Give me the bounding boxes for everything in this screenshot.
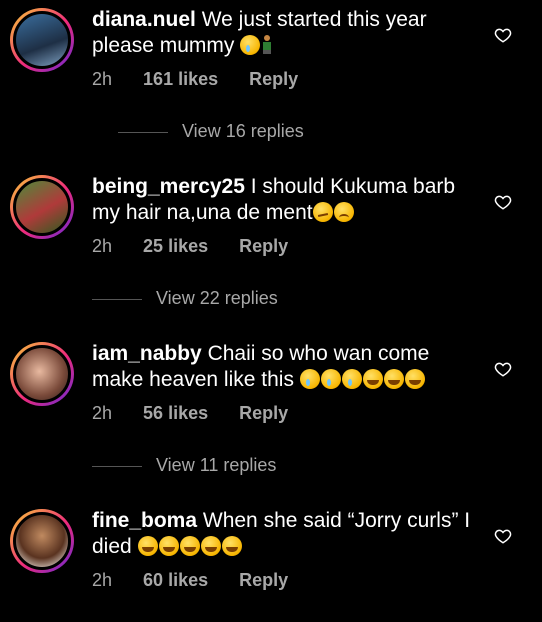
laughing-tears-emoji-icon xyxy=(221,536,242,556)
comment-username[interactable]: diana.nuel xyxy=(92,8,196,31)
reply-button[interactable]: Reply xyxy=(239,403,288,423)
heart-icon[interactable] xyxy=(494,527,512,545)
comment-time: 2h xyxy=(92,236,113,256)
heart-icon[interactable] xyxy=(494,360,512,378)
divider xyxy=(118,131,168,133)
avatar[interactable] xyxy=(10,342,74,406)
likes-count[interactable]: 60 likes xyxy=(143,570,208,590)
laughing-tears-emoji-icon xyxy=(158,536,179,556)
comment-text: being_mercy25 I should Kukuma barb my ha… xyxy=(92,174,472,226)
avatar[interactable] xyxy=(10,509,74,573)
divider xyxy=(92,465,142,467)
laughing-tears-emoji-icon xyxy=(179,536,200,556)
comment-meta: 2h 56 likes Reply xyxy=(92,403,314,424)
comment-username[interactable]: fine_boma xyxy=(92,509,197,532)
comment-meta: 2h 161 likes Reply xyxy=(92,69,324,90)
heart-icon[interactable] xyxy=(494,26,512,44)
view-replies-label: View 22 replies xyxy=(156,288,278,308)
laughing-tears-emoji-icon xyxy=(404,369,425,389)
crying-face-emoji-icon xyxy=(320,369,341,389)
comment-text: fine_boma When she said “Jorry curls” I … xyxy=(92,508,472,560)
laughing-tears-emoji-icon xyxy=(383,369,404,389)
comment-meta: 2h 60 likes Reply xyxy=(92,570,314,591)
comment-time: 2h xyxy=(92,69,113,89)
avatar[interactable] xyxy=(10,175,74,239)
crying-face-emoji-icon xyxy=(299,369,320,389)
comment-text: iam_nabby Chaii so who wan come make hea… xyxy=(92,341,472,393)
person-kneeling-emoji-icon xyxy=(261,35,273,55)
view-replies-link[interactable]: View 22 replies xyxy=(92,288,278,309)
laughing-tears-emoji-icon xyxy=(137,536,158,556)
sad-face-emoji-icon xyxy=(240,35,261,55)
comment-time: 2h xyxy=(92,403,113,423)
comment-meta: 2h 25 likes Reply xyxy=(92,236,314,257)
comment-username[interactable]: being_mercy25 xyxy=(92,175,245,198)
view-replies-link[interactable]: View 11 replies xyxy=(92,455,276,476)
likes-count[interactable]: 25 likes xyxy=(143,236,208,256)
frowning-face-emoji-icon xyxy=(333,202,354,222)
avatar[interactable] xyxy=(10,8,74,72)
smirking-face-emoji-icon xyxy=(312,202,333,222)
heart-icon[interactable] xyxy=(494,193,512,211)
reply-button[interactable]: Reply xyxy=(239,236,288,256)
crying-face-emoji-icon xyxy=(341,369,362,389)
view-replies-label: View 11 replies xyxy=(156,455,277,475)
comment-text: diana.nuel We just started this year ple… xyxy=(92,7,472,59)
divider xyxy=(92,298,142,300)
comment-time: 2h xyxy=(92,570,113,590)
reply-button[interactable]: Reply xyxy=(249,69,298,89)
view-replies-label: View 16 replies xyxy=(182,121,304,141)
laughing-tears-emoji-icon xyxy=(362,369,383,389)
reply-button[interactable]: Reply xyxy=(239,570,288,590)
comment-username[interactable]: iam_nabby xyxy=(92,342,202,365)
likes-count[interactable]: 56 likes xyxy=(143,403,208,423)
view-replies-link[interactable]: View 16 replies xyxy=(92,121,304,142)
laughing-tears-emoji-icon xyxy=(200,536,221,556)
likes-count[interactable]: 161 likes xyxy=(143,69,218,89)
